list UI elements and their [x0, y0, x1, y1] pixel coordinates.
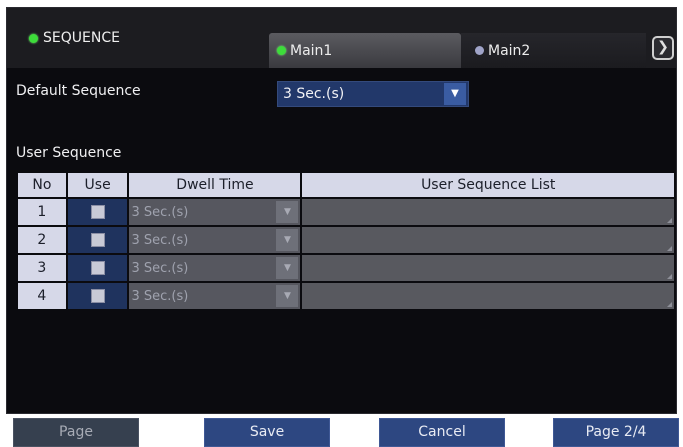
chevron-down-icon[interactable]: ▼ [276, 257, 299, 279]
page-button[interactable]: Page [13, 418, 139, 447]
tab-main2-label: Main2 [488, 42, 531, 59]
dwell-time-value: 3 Sec.(s) [131, 260, 189, 276]
row-number: 2 [18, 227, 66, 253]
row-number: 3 [18, 255, 66, 281]
dwell-time-value: 3 Sec.(s) [131, 288, 189, 304]
tab-main1[interactable]: Main1 [269, 33, 461, 68]
use-cell [67, 199, 128, 225]
chevron-down-icon[interactable]: ▼ [276, 201, 299, 223]
user-sequence-list-field[interactable] [302, 283, 674, 309]
dwell-time-select[interactable]: 3 Sec.(s) ▼ [129, 283, 301, 309]
table-row: 2 3 Sec.(s) ▼ [18, 227, 674, 253]
default-sequence-label: Default Sequence [16, 83, 141, 99]
column-header-use: Use [67, 173, 128, 197]
row-number: 1 [18, 199, 66, 225]
dwell-time-select[interactable]: 3 Sec.(s) ▼ [129, 199, 301, 225]
column-header-user-sequence-list: User Sequence List [302, 173, 674, 197]
dialog-content: Default Sequence 3 Sec.(s) ▼ User Sequen… [7, 68, 679, 447]
column-header-no: No [18, 173, 66, 197]
dialog-header: SEQUENCE Main1 Main2 ❯ [7, 8, 676, 68]
sequence-dialog: SEQUENCE Main1 Main2 ❯ Default Sequence … [6, 7, 679, 447]
resize-handle-icon [667, 218, 672, 223]
default-sequence-select[interactable]: 3 Sec.(s) ▼ [277, 81, 469, 107]
page-nav-button[interactable]: Page 2/4 [553, 418, 679, 447]
user-sequence-table: No Use Dwell Time User Sequence List 1 3… [16, 171, 676, 311]
table-row: 1 3 Sec.(s) ▼ [18, 199, 674, 225]
default-sequence-value: 3 Sec.(s) [283, 86, 345, 102]
chevron-right-icon[interactable]: ❯ [652, 36, 674, 60]
table-row: 3 3 Sec.(s) ▼ [18, 255, 674, 281]
chevron-down-icon[interactable]: ▼ [444, 83, 466, 105]
save-button[interactable]: Save [204, 418, 330, 447]
use-checkbox[interactable] [90, 261, 105, 275]
table-header-row: No Use Dwell Time User Sequence List [18, 173, 674, 197]
chevron-down-icon[interactable]: ▼ [276, 229, 299, 251]
active-dot-icon [277, 46, 286, 55]
use-cell [67, 255, 128, 281]
user-sequence-list-field[interactable] [302, 199, 674, 225]
table-row: 4 3 Sec.(s) ▼ [18, 283, 674, 309]
tab-main1-label: Main1 [290, 42, 333, 59]
dwell-time-value: 3 Sec.(s) [131, 204, 189, 220]
inactive-dot-icon [475, 46, 484, 55]
user-sequence-list-field[interactable] [302, 227, 674, 253]
row-number: 4 [18, 283, 66, 309]
status-dot-icon [29, 33, 38, 43]
resize-handle-icon [667, 246, 672, 251]
use-checkbox[interactable] [90, 233, 105, 247]
resize-handle-icon [667, 302, 672, 307]
use-checkbox[interactable] [90, 205, 105, 219]
user-sequence-list-field[interactable] [302, 255, 674, 281]
use-cell [67, 227, 128, 253]
column-header-dwell-time: Dwell Time [129, 173, 301, 197]
dwell-time-value: 3 Sec.(s) [131, 232, 189, 248]
user-sequence-label: User Sequence [16, 145, 122, 161]
tab-main2[interactable]: Main2 [461, 33, 646, 68]
dwell-time-select[interactable]: 3 Sec.(s) ▼ [129, 255, 301, 281]
dialog-title: SEQUENCE [29, 30, 120, 46]
use-checkbox[interactable] [90, 289, 105, 303]
cancel-button[interactable]: Cancel [379, 418, 505, 447]
chevron-down-icon[interactable]: ▼ [276, 285, 299, 307]
use-cell [67, 283, 128, 309]
resize-handle-icon [667, 274, 672, 279]
dialog-title-text: SEQUENCE [43, 30, 120, 46]
dwell-time-select[interactable]: 3 Sec.(s) ▼ [129, 227, 301, 253]
